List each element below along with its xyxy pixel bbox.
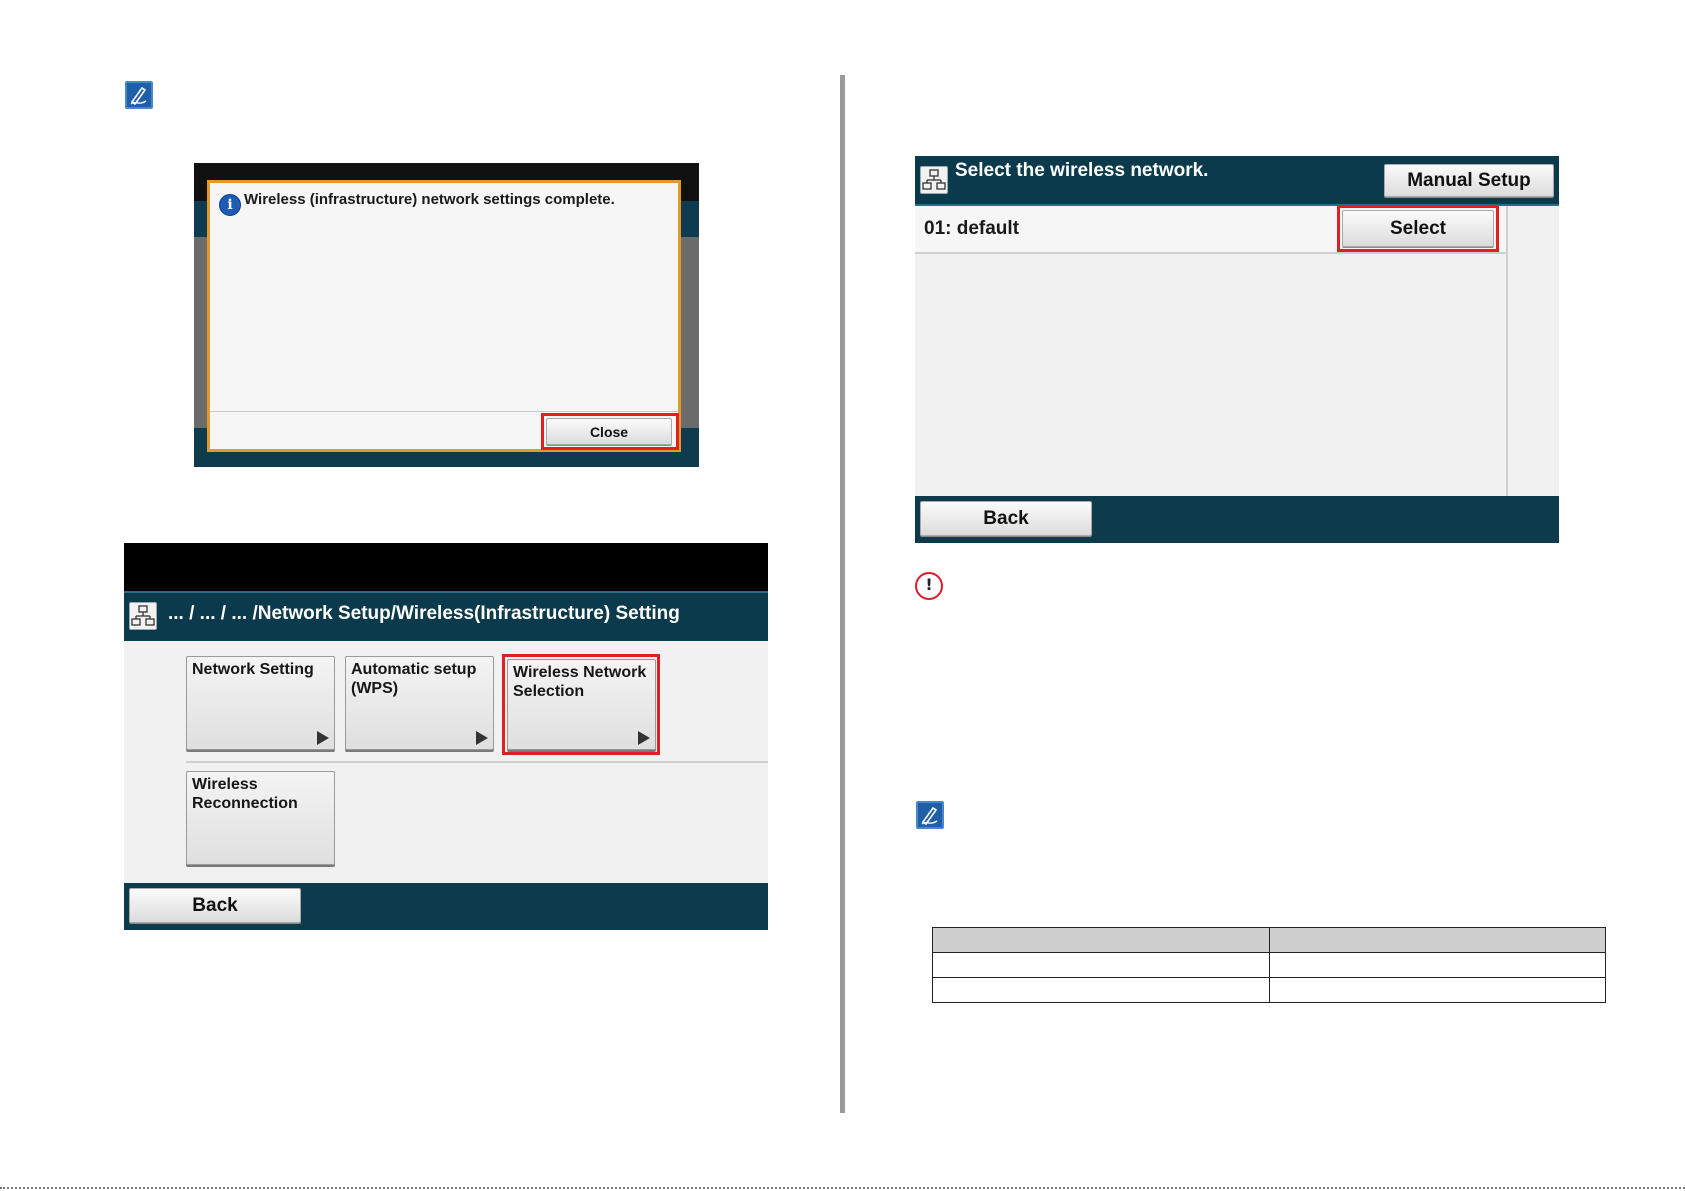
- tile-label: Wireless Reconnection: [192, 776, 298, 812]
- back-button[interactable]: Back: [129, 888, 301, 923]
- network-icon: [920, 166, 948, 194]
- triangle-right-icon: [317, 731, 329, 745]
- column-divider: [840, 75, 845, 1113]
- select-button[interactable]: Select: [1342, 210, 1494, 247]
- wireless-network-list-screen: Select the wireless network. Manual Setu…: [915, 156, 1559, 543]
- dialog-message: Wireless (infrastructure) network settin…: [244, 191, 615, 208]
- note-pencil-icon: [916, 801, 944, 829]
- caution-icon: !: [915, 572, 943, 600]
- network-setting-tile[interactable]: Network Setting: [186, 656, 335, 750]
- table-row: [932, 952, 1606, 978]
- reference-table: [932, 927, 1606, 1003]
- tile-label: Network Setting: [192, 661, 314, 678]
- table-header-row: [932, 927, 1606, 953]
- table-header-cell: [1269, 927, 1606, 953]
- breadcrumb: ... / ... / ... /Network Setup/Wireless(…: [168, 603, 680, 624]
- completion-dialog-screen: i Wireless (infrastructure) network sett…: [194, 163, 699, 467]
- tile-label: Automatic setup (WPS): [351, 661, 477, 697]
- page-bottom-rule: [0, 1187, 1685, 1191]
- info-icon: i: [219, 194, 241, 216]
- highlight-frame: [502, 654, 660, 755]
- menu-divider: [186, 761, 768, 763]
- screen-title: Select the wireless network.: [955, 160, 1209, 181]
- wireless-setting-screen: ... / ... / ... /Network Setup/Wireless(…: [124, 543, 768, 930]
- close-button[interactable]: Close: [546, 418, 672, 445]
- manual-setup-button[interactable]: Manual Setup: [1384, 164, 1554, 197]
- network-icon: [129, 602, 157, 630]
- table-cell: [1269, 952, 1606, 978]
- table-cell: [932, 952, 1270, 978]
- table-header-cell: [932, 927, 1270, 953]
- back-button[interactable]: Back: [920, 501, 1092, 536]
- dialog-divider: [210, 411, 678, 412]
- network-name: 01: default: [924, 218, 1020, 239]
- table-cell: [1269, 977, 1606, 1003]
- triangle-right-icon: [476, 731, 488, 745]
- wireless-reconnection-tile[interactable]: Wireless Reconnection: [186, 771, 335, 865]
- table-row: [932, 977, 1606, 1003]
- list-scrollbar[interactable]: [1506, 206, 1508, 496]
- table-cell: [932, 977, 1270, 1003]
- automatic-setup-wps-tile[interactable]: Automatic setup (WPS): [345, 656, 494, 750]
- note-pencil-icon: [125, 81, 153, 109]
- completion-dialog: i Wireless (infrastructure) network sett…: [207, 180, 681, 452]
